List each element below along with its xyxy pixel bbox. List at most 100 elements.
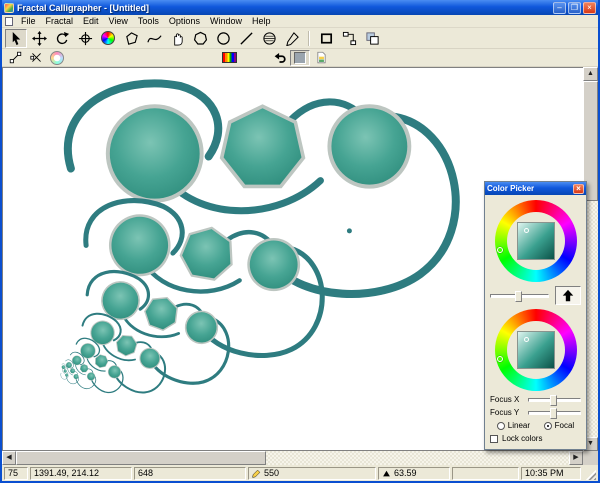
pointer-tool[interactable] xyxy=(5,28,27,48)
scroll-left-button[interactable]: ◀ xyxy=(2,451,16,465)
status-text: 1391.49, 214.12 xyxy=(34,468,100,478)
menu-options[interactable]: Options xyxy=(164,16,205,26)
color-disc-tool[interactable] xyxy=(47,50,67,66)
inner-color-wheel[interactable] xyxy=(494,309,577,391)
menu-fractal[interactable]: Fractal xyxy=(41,16,79,26)
move-tool[interactable] xyxy=(28,29,50,48)
brightness-slider-thumb[interactable] xyxy=(514,290,522,302)
lock-colors-checkbox-row[interactable]: Lock colors xyxy=(490,434,581,443)
rect-frame-tool[interactable] xyxy=(315,29,337,48)
toolbar-group xyxy=(219,50,239,66)
page-colors-tool[interactable] xyxy=(311,50,331,66)
focus-y-slider[interactable] xyxy=(528,407,581,419)
swatch-marker[interactable] xyxy=(523,228,529,233)
color-picker-window: Color Picker × Focus X Focus Y Linear Fo… xyxy=(484,181,587,450)
focus-y-slider-thumb[interactable] xyxy=(550,407,558,419)
target-tool[interactable] xyxy=(74,29,96,48)
color-picker-body: Focus X Focus Y Linear Focal Lock colors xyxy=(485,195,586,449)
page-colors-icon xyxy=(316,51,326,64)
swatch-icon xyxy=(294,51,306,64)
curve-tool[interactable] xyxy=(143,29,165,48)
menu-tools[interactable]: Tools xyxy=(133,16,164,26)
toolbar-group xyxy=(5,50,67,66)
color-wheel-tool[interactable] xyxy=(97,29,119,48)
layers-tool[interactable] xyxy=(361,29,383,48)
toolbar-main xyxy=(2,28,598,49)
menu-help[interactable]: Help xyxy=(247,16,276,26)
linear-radio[interactable]: Linear xyxy=(496,421,530,430)
maximize-button[interactable]: ❐ xyxy=(568,1,581,14)
pointer-icon xyxy=(12,31,20,45)
horizontal-scrollbar-row: ◀ ▶ xyxy=(2,451,598,465)
status-text: 75 xyxy=(8,468,19,478)
cut-tool[interactable] xyxy=(26,50,46,66)
color-bars-tool[interactable] xyxy=(219,50,239,66)
menu-view[interactable]: View xyxy=(104,16,133,26)
polygon-icon xyxy=(125,31,138,45)
status-pane-3: 550 xyxy=(248,466,376,480)
hand-tool[interactable] xyxy=(166,29,188,48)
close-button[interactable]: × xyxy=(583,1,596,14)
rotate-icon xyxy=(56,31,69,44)
toolbar-secondary xyxy=(2,49,598,67)
swatch-marker[interactable] xyxy=(523,337,529,342)
heptagon-icon xyxy=(193,31,207,45)
menu-window[interactable]: Window xyxy=(205,16,247,26)
status-pane-1: 1391.49, 214.12 xyxy=(30,466,132,480)
heptagon-tool[interactable] xyxy=(189,29,211,48)
toolbar-group xyxy=(315,29,383,48)
status-pane-6: 10:35 PM xyxy=(521,466,581,480)
hand-icon xyxy=(173,32,183,45)
resize-grip[interactable] xyxy=(583,466,596,480)
apply-color-button[interactable] xyxy=(555,286,581,305)
rotate-tool[interactable] xyxy=(51,29,73,48)
status-text: 10:35 PM xyxy=(525,468,564,478)
focal-radio-button[interactable] xyxy=(543,421,552,430)
marker-icon xyxy=(383,470,390,476)
menubar: File Fractal Edit View Tools Options Window Hel… xyxy=(2,15,598,28)
focal-radio[interactable]: Focal xyxy=(543,421,574,430)
line-tool[interactable] xyxy=(235,29,257,48)
scroll-up-button[interactable]: ▲ xyxy=(583,67,598,81)
toolbar-separator xyxy=(308,30,310,46)
cut-icon xyxy=(29,53,41,62)
polygon-tool[interactable] xyxy=(120,29,142,48)
app-window: Fractal Calligrapher - [Untitled] – ❐ × … xyxy=(0,0,600,483)
color-wheel-icon xyxy=(101,31,115,45)
hue-ring-marker[interactable] xyxy=(496,247,503,253)
color-preview-swatch[interactable] xyxy=(516,331,555,369)
color-disc-icon xyxy=(50,50,64,65)
color-picker-titlebar[interactable]: Color Picker × xyxy=(485,182,586,195)
scroll-right-button[interactable]: ▶ xyxy=(569,451,583,465)
hatch-circle-tool[interactable] xyxy=(258,29,280,48)
window-title: Fractal Calligrapher - [Untitled] xyxy=(17,2,150,13)
color-preview-swatch[interactable] xyxy=(516,222,555,260)
minimize-button[interactable]: – xyxy=(553,1,566,14)
lock-colors-checkbox[interactable] xyxy=(490,434,498,443)
circle-tool[interactable] xyxy=(212,29,234,48)
color-picker-close-button[interactable]: × xyxy=(573,183,584,194)
outer-color-wheel[interactable] xyxy=(494,200,577,282)
swatch-tool[interactable] xyxy=(290,49,310,66)
up-arrow-icon xyxy=(562,289,574,301)
focus-x-slider[interactable] xyxy=(528,394,581,406)
hue-ring-marker[interactable] xyxy=(496,356,503,362)
statusbar: 75 1391.49, 214.12 648 550 63.59 10:35 PM xyxy=(2,465,598,481)
horizontal-scroll-track[interactable] xyxy=(266,451,569,465)
pen-tool[interactable] xyxy=(281,29,303,48)
menu-edit[interactable]: Edit xyxy=(78,16,104,26)
focus-x-slider-thumb[interactable] xyxy=(550,394,558,406)
align-tool[interactable] xyxy=(338,29,360,48)
horizontal-scrollbar[interactable]: ◀ ▶ xyxy=(2,451,583,465)
linear-radio-button[interactable] xyxy=(496,421,505,430)
status-pane-5 xyxy=(452,466,519,480)
focus-x-label: Focus X xyxy=(490,395,520,404)
menu-file[interactable]: File xyxy=(16,16,41,26)
undo-tool[interactable] xyxy=(269,50,289,66)
layers-icon xyxy=(365,31,379,45)
pencil-icon xyxy=(252,469,261,478)
horizontal-scroll-thumb[interactable] xyxy=(16,451,266,465)
brightness-slider[interactable] xyxy=(490,290,549,302)
node-line-tool[interactable] xyxy=(5,50,25,66)
line-icon xyxy=(239,31,253,45)
